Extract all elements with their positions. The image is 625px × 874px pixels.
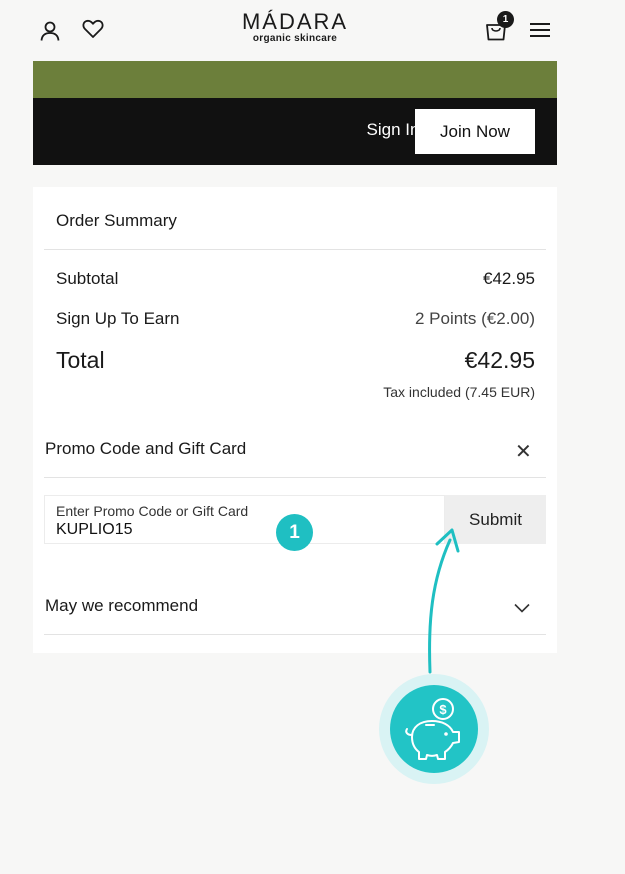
piggy-bank-icon: $ [390, 685, 478, 773]
arrow-icon [428, 528, 460, 674]
savings-badge: $ [379, 674, 489, 784]
svg-text:$: $ [439, 702, 447, 717]
